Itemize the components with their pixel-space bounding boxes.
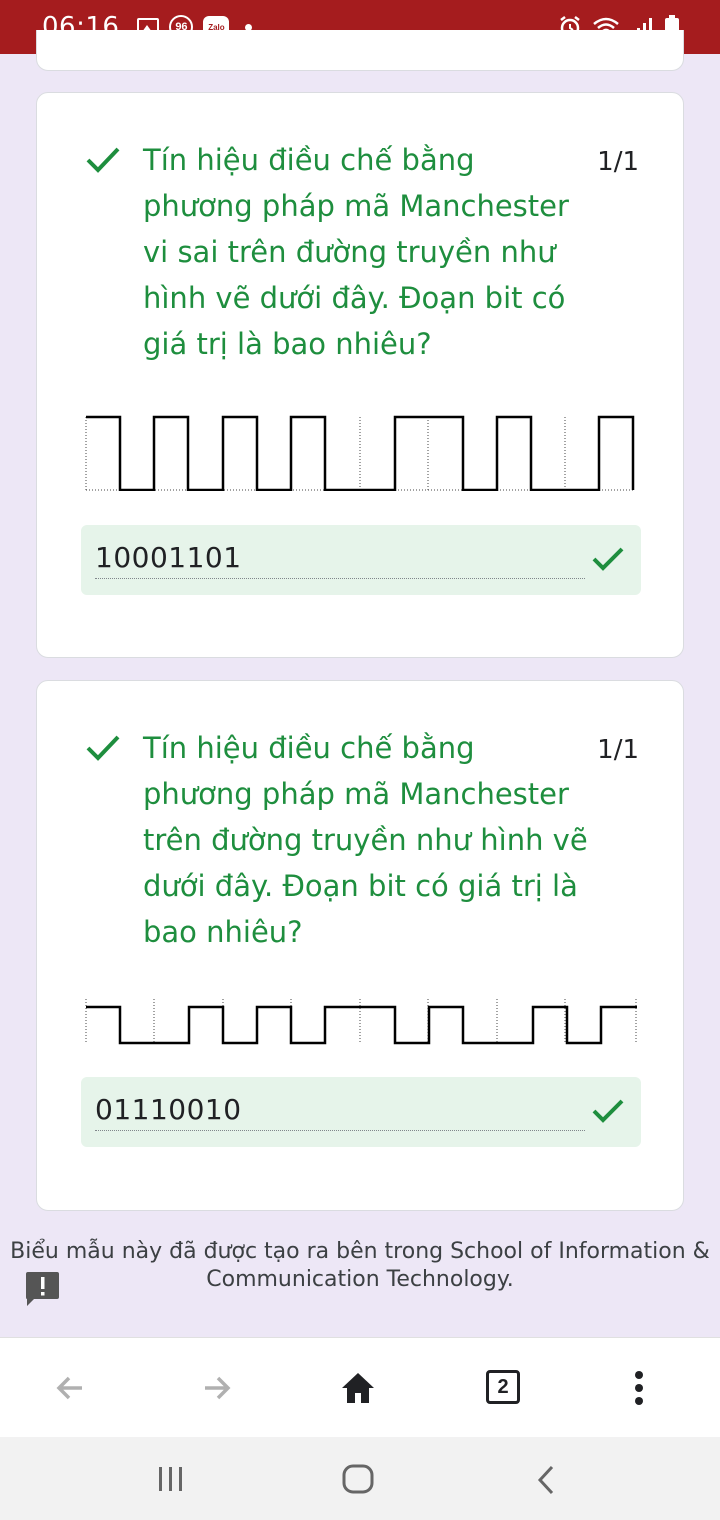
question-text: Tín hiệu điều chế bằng phương pháp mã Ma… <box>143 143 569 361</box>
back-icon[interactable] <box>536 1465 556 1495</box>
forward-button[interactable] <box>197 1368 237 1408</box>
form-footer-text: Biểu mẫu này đã được tạo ra bên trong Sc… <box>10 1239 710 1292</box>
back-arrow-icon <box>56 1376 82 1400</box>
answer-underline <box>95 578 585 579</box>
forward-arrow-icon <box>205 1376 231 1400</box>
report-feedback-icon[interactable] <box>24 1271 61 1307</box>
question-card-2: Tín hiệu điều chế bằng phương pháp mã Ma… <box>36 680 684 1211</box>
more-menu-button[interactable] <box>619 1368 659 1408</box>
tab-switcher-button[interactable]: 2 <box>486 1370 520 1404</box>
correct-check-icon <box>86 735 120 761</box>
previous-question-card <box>36 30 684 71</box>
question-card-1: Tín hiệu điều chế bằng phương pháp mã Ma… <box>36 92 684 658</box>
answer-box: 01110010 <box>81 1077 641 1147</box>
answer-correct-icon <box>592 1099 624 1123</box>
more-vert-icon <box>635 1371 643 1405</box>
question-score: 1/1 <box>597 147 639 177</box>
recent-apps-icon[interactable] <box>157 1467 185 1491</box>
browser-toolbar: 2 <box>0 1337 720 1438</box>
answer-box: 10001101 <box>81 525 641 595</box>
back-button[interactable] <box>50 1368 90 1408</box>
system-navigation-bar <box>0 1437 720 1520</box>
tab-count-label: 2 <box>497 1375 509 1398</box>
answer-correct-icon <box>592 547 624 571</box>
home-circle-icon[interactable] <box>342 1464 374 1494</box>
manchester-signal-image <box>85 999 637 1045</box>
answer-underline <box>95 1130 585 1131</box>
correct-check-icon <box>86 147 120 173</box>
question-score: 1/1 <box>597 735 639 765</box>
home-icon <box>342 1373 374 1403</box>
answer-text: 10001101 <box>95 541 242 574</box>
answer-text: 01110010 <box>95 1093 242 1126</box>
home-button[interactable] <box>338 1368 378 1408</box>
differential-manchester-signal-image <box>85 415 635 491</box>
question-text: Tín hiệu điều chế bằng phương pháp mã Ma… <box>143 731 588 949</box>
